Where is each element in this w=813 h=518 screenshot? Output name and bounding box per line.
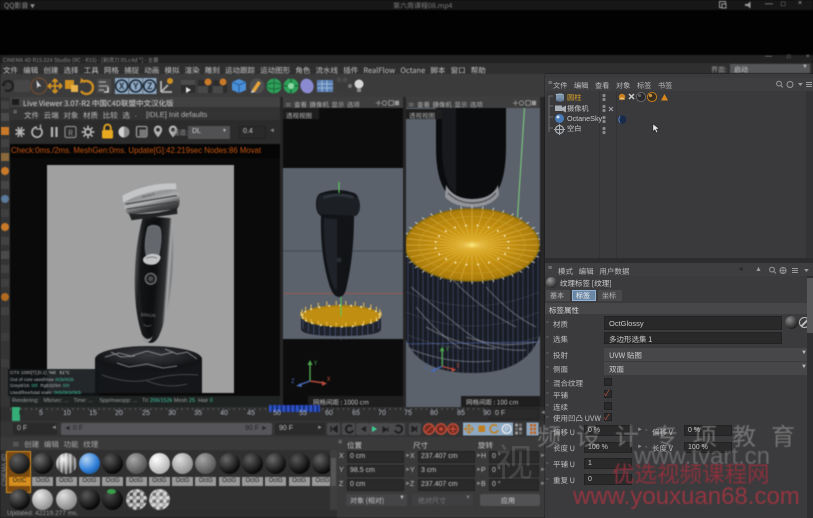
svg-text:Z: Z: [147, 80, 152, 92]
svg-text:Y: Y: [132, 80, 138, 92]
svg-text:BRAUN: BRAUN: [140, 312, 155, 319]
svg-text:X: X: [327, 374, 331, 383]
svg-text:Z: Z: [425, 362, 429, 371]
svg-text:Z: Z: [291, 376, 295, 385]
svg-text:Y: Y: [314, 358, 318, 367]
svg-text:网格间距 : 100 cm: 网格间距 : 100 cm: [466, 397, 518, 407]
svg-text:网格间距 : 1000 cm: 网格间距 : 1000 cm: [313, 397, 369, 407]
svg-text:R: R: [68, 128, 73, 139]
